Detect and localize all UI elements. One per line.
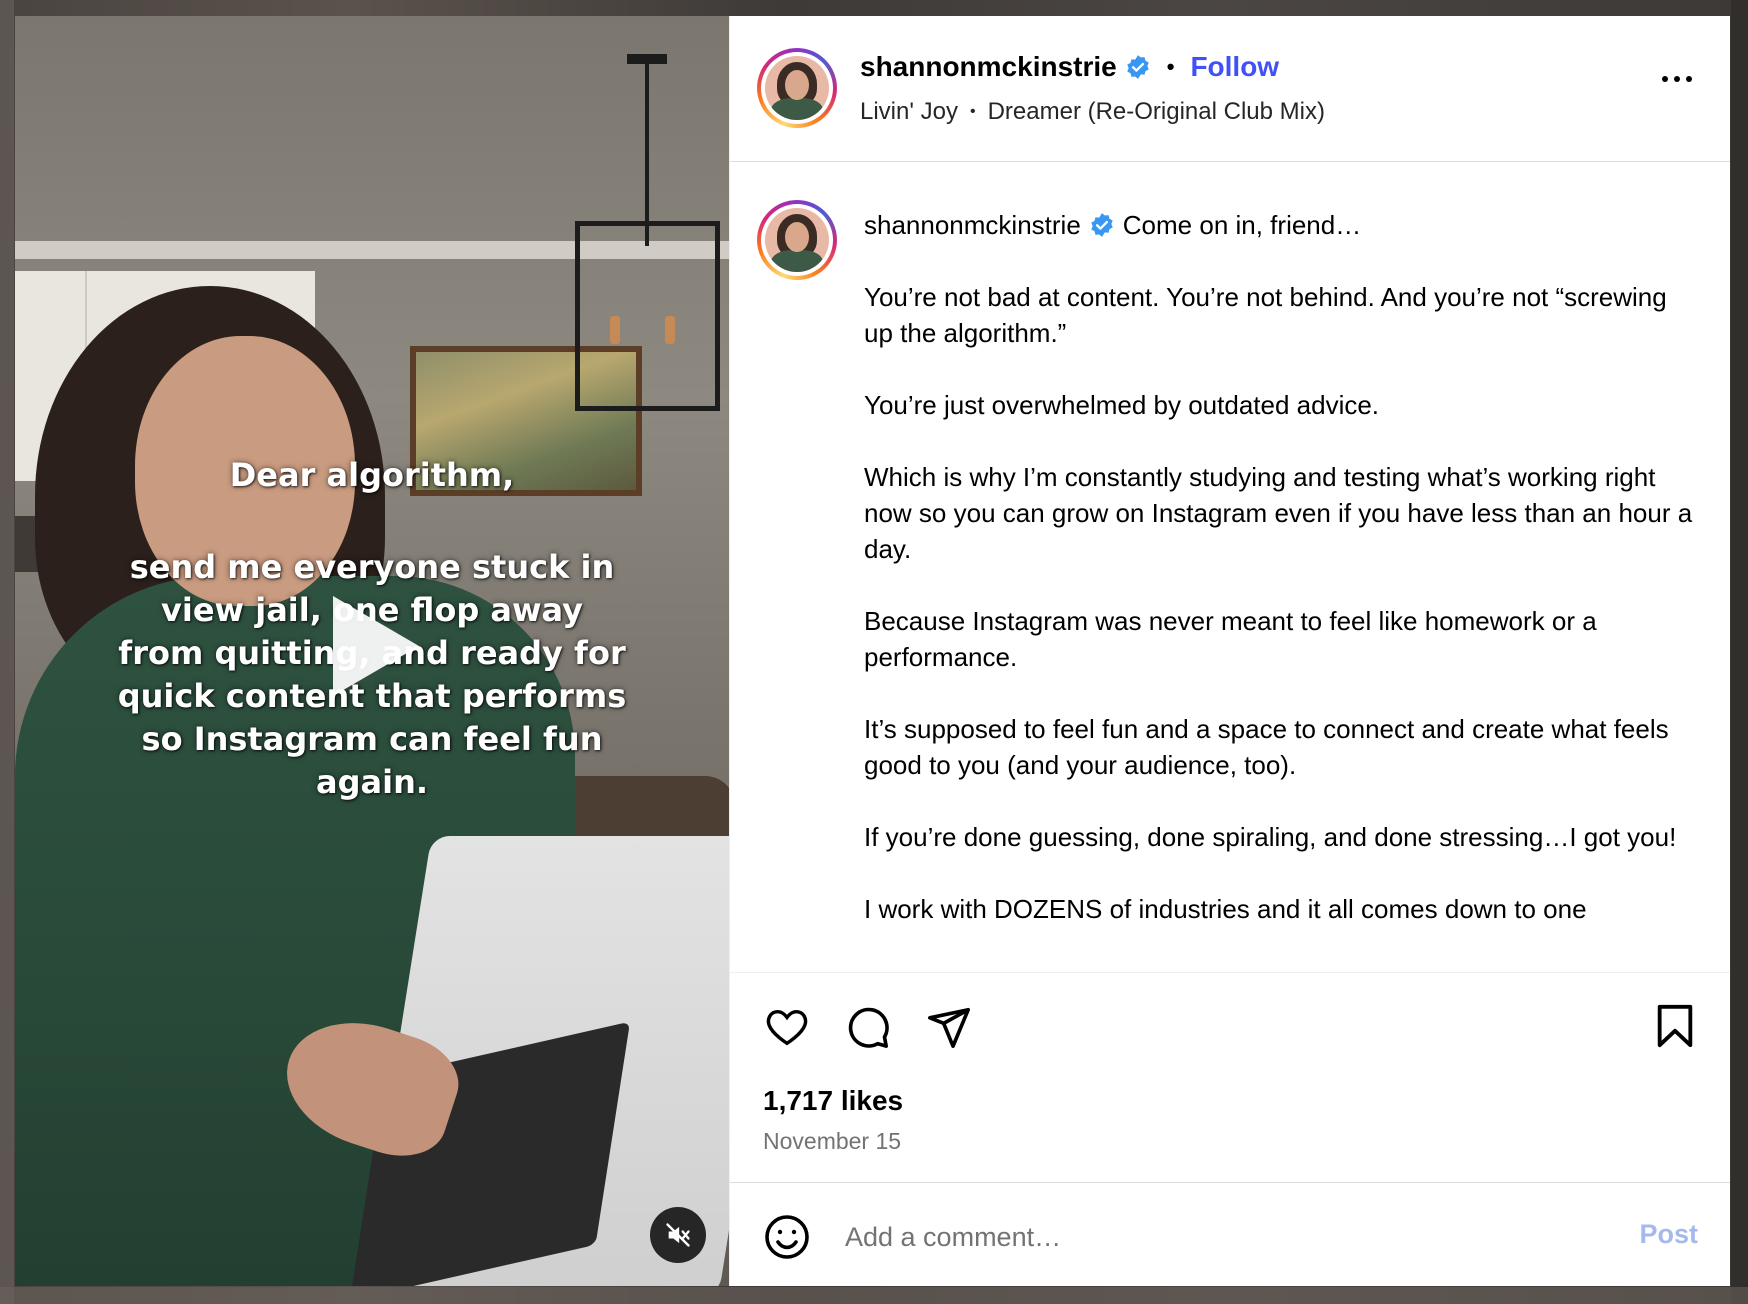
header-username[interactable]: shannonmckinstrie	[860, 51, 1117, 83]
post-header: shannonmckinstrie • Follow Livin' Joy • …	[730, 16, 1730, 162]
audio-separator: •	[969, 103, 976, 120]
caption-username[interactable]: shannonmckinstrie	[864, 207, 1081, 243]
caption-paragraph: You’re not bad at content. You’re not be…	[864, 282, 1667, 348]
follow-button[interactable]: Follow	[1190, 51, 1279, 83]
post-modal: Dear algorithm, send me everyone stuck i…	[15, 16, 1730, 1286]
share-paper-plane-icon[interactable]	[925, 1003, 973, 1051]
post-date: November 15	[763, 1128, 902, 1154]
post-comment-button[interactable]: Post	[1639, 1219, 1698, 1250]
verified-badge-icon	[1091, 213, 1113, 237]
more-horizontal-icon[interactable]	[1662, 76, 1692, 82]
video-overlay-title: Dear algorithm,	[229, 456, 515, 494]
caption-body: You’re not bad at content. You’re not be…	[864, 279, 1700, 927]
audio-artist: Livin' Joy	[860, 98, 958, 125]
header-dot: •	[1166, 54, 1175, 79]
verified-badge-icon	[1127, 55, 1149, 79]
caption-paragraph: I work with DOZENS of industries and it …	[864, 894, 1587, 924]
emoji-smile-icon[interactable]	[763, 1213, 811, 1261]
bookmark-icon[interactable]	[1652, 1003, 1700, 1051]
caption-avatar[interactable]	[757, 200, 837, 280]
audio-attribution[interactable]: Livin' Joy • Dreamer (Re-Original Club M…	[860, 98, 1325, 126]
comment-input[interactable]	[845, 1215, 1605, 1259]
caption-paragraph: You’re just overwhelmed by outdated advi…	[864, 390, 1380, 420]
comment-bubble-icon[interactable]	[844, 1003, 892, 1051]
muted-speaker-icon[interactable]	[650, 1207, 706, 1263]
comment-bar: Post	[730, 1182, 1730, 1286]
caption-paragraph: Because Instagram was never meant to fee…	[864, 606, 1597, 672]
avatar[interactable]	[757, 48, 837, 128]
caption-paragraph: It’s supposed to feel fun and a space to…	[864, 714, 1669, 780]
audio-track: Dreamer (Re-Original Club Mix)	[987, 98, 1325, 125]
post-details-panel: shannonmckinstrie • Follow Livin' Joy • …	[729, 16, 1730, 1286]
caption-paragraph: Which is why I’m constantly studying and…	[864, 462, 1693, 564]
play-icon[interactable]	[333, 596, 419, 696]
action-bar: 1,717 likes November 15	[730, 972, 1730, 1182]
heart-icon[interactable]	[763, 1003, 811, 1051]
caption-paragraph: If you’re done guessing, done spiraling,…	[864, 822, 1677, 852]
caption-section: shannonmckinstrie Come on in, friend… Yo…	[730, 162, 1730, 972]
caption-first-line: Come on in, friend…	[1122, 210, 1362, 240]
likes-count[interactable]: 1,717 likes	[763, 1085, 903, 1117]
post-video[interactable]: Dear algorithm, send me everyone stuck i…	[15, 16, 729, 1286]
